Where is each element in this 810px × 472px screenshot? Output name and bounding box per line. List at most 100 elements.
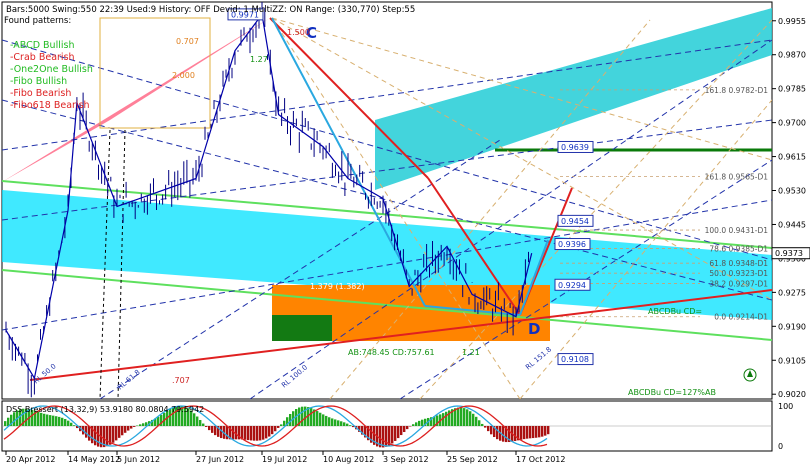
ratio-1500-label: 1.500 [287,28,310,37]
indicator-bar [202,424,204,426]
x-tick-label: 3 Sep 2012 [383,455,429,464]
indicator-bar [247,426,249,440]
price-box-label: 0.9108 [561,355,589,364]
indicator-bar [127,426,129,431]
indicator-bar [349,425,351,426]
indicator-bar [226,426,228,439]
y-tick-label: 0.9870 [778,51,806,60]
indicator-bar [244,426,246,440]
pattern-item[interactable]: -One2One Bullish [10,64,93,75]
indicator-bar [37,412,39,426]
indicator-bar [445,412,447,426]
indicator-bar [58,417,60,426]
price-box-label: 0.9396 [558,240,586,249]
indicator-tick-label: 100 [778,402,793,411]
indicator-bar [88,426,90,441]
indicator-bar [478,420,480,426]
indicator-bar [514,426,516,441]
fib-level-label: 161.8 0.9782-D1 [705,86,769,95]
indicator-bar [316,411,318,426]
y-tick-label: 0.9530 [778,187,806,196]
indicator-bar [415,422,417,426]
ratio-label: 1.379 (1.382) [310,282,365,291]
chart-canvas[interactable]: C D 1.379 (1.382) AB:748.45 CD:757.61 1.… [0,0,810,468]
indicator-bar [529,426,531,438]
ratio-707-label: .707 [172,376,190,385]
indicator-bar [484,426,486,428]
indicator-bar [61,418,63,426]
indicator-bar [481,424,483,426]
info-line: Bars:5000 Swing:550 22:39 Used:9 History… [6,5,415,15]
indicator-bar [343,422,345,426]
indicator-bar [334,419,336,426]
indicator-bar [496,426,498,439]
indicator-bar [271,426,273,434]
indicator-bar [532,426,534,438]
indicator-bar [310,408,312,426]
ab-cd-label: AB:748.45 CD:757.61 [348,348,435,357]
indicator-bar [337,420,339,426]
indicator-bar [421,420,423,426]
time-axis: 20 Apr 201214 May 20125 Jun 201227 Jun 2… [6,451,565,464]
pattern-item[interactable]: -Fibo Bullish [10,76,67,87]
fib-level-label: 100.0 0.9431-D1 [705,226,769,235]
indicator-bar [130,426,132,429]
indicator-bar [283,421,285,426]
pattern-item[interactable]: -Fibo Bearish [10,88,71,99]
indicator-bar [544,426,546,436]
ratio-0707-label: 0.707 [176,37,199,46]
y-tick-label: 0.9955 [778,17,806,26]
y-tick-label: 0.9190 [778,322,806,331]
indicator-bar [469,411,471,426]
indicator-bar [274,426,276,431]
indicator-bar [280,424,282,426]
current-price-value: 0.9373 [775,249,803,258]
indicator-bar [259,426,261,440]
fib-level-label: 50.0 0.9323-D1 [709,269,768,278]
indicator-bar [193,413,195,426]
indicator-bar [97,426,99,447]
indicator-bar [55,416,57,426]
indicator-bar [460,408,462,426]
x-tick-label: 19 Jul 2012 [262,455,307,464]
indicator-bar [94,426,96,445]
indicator-bar [463,408,465,426]
ratio-121-label: 1.21 [462,348,480,357]
indicator-bar [487,426,489,431]
price-box-label: 0.9294 [558,281,586,290]
price-axis: 0.99550.98700.97850.97000.96150.95300.94… [772,17,806,399]
alert-icon[interactable] [744,369,756,381]
pattern-item[interactable]: -ABCD Bullish [10,40,74,51]
indicator-bar [7,418,9,426]
indicator-bar [535,426,537,438]
fib-level-label: 0.0 0.9214-D1 [714,313,768,322]
indicator-bar [208,426,210,430]
indicator-bar [475,417,477,426]
indicator-bar [400,426,402,435]
indicator-bar [403,426,405,432]
chart-window[interactable]: C D 1.379 (1.382) AB:748.45 CD:757.61 1.… [0,0,810,468]
indicator-bar [139,424,141,426]
indicator-bar [199,420,201,426]
indicator-bar [142,423,144,426]
indicator-bar [268,426,270,437]
indicator-bar [412,424,414,426]
indicator-bar [118,426,120,438]
fib-level-label: 161.8 0.9565-D1 [705,173,769,182]
y-tick-label: 0.9275 [778,288,806,297]
pattern-item[interactable]: -Crab Bearish [10,52,75,63]
pattern-item[interactable]: -Fibo618 Bearish [10,100,90,111]
indicator-bar [43,414,45,426]
indicator-bar [256,426,258,441]
indicator-bar [538,426,540,437]
indicator-bar [49,415,51,426]
x-tick-label: 5 Jun 2012 [117,455,160,464]
indicator-bar [406,426,408,429]
y-tick-label: 0.9700 [778,119,806,128]
x-tick-label: 14 May 2012 [68,455,120,464]
indicator-bar [112,426,114,443]
indicator-bar [211,426,213,433]
y-tick-label: 0.9785 [778,85,806,94]
indicator-bar [523,426,525,439]
indicator-bar [418,421,420,426]
